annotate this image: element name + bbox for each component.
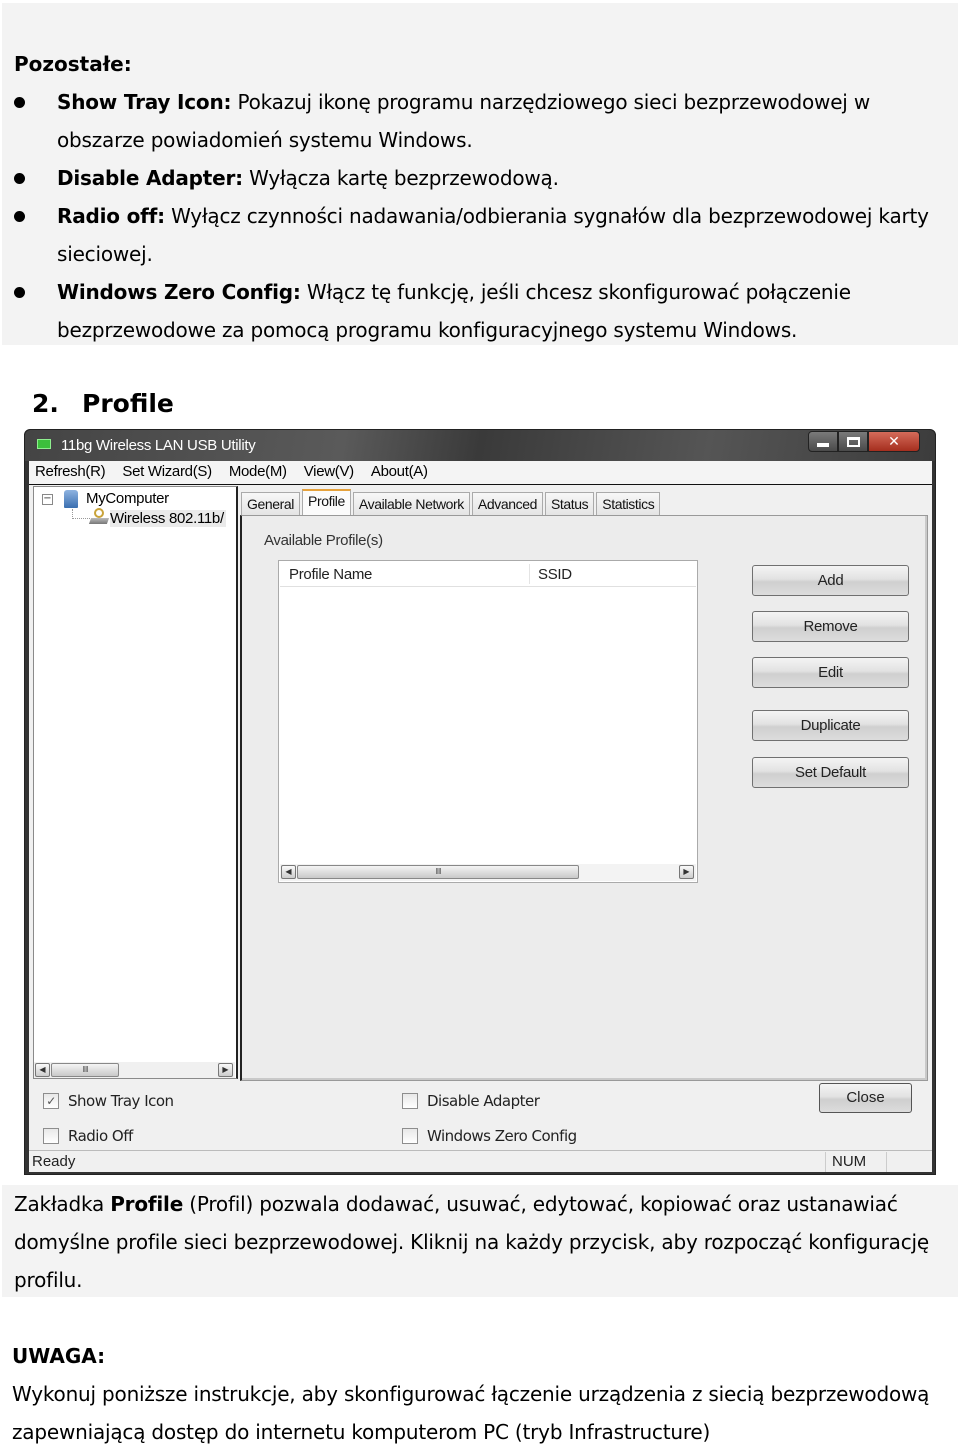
bullet-term: Disable Adapter: [57, 166, 243, 190]
window-close-button[interactable]: ✕ [868, 431, 920, 452]
collapse-icon[interactable]: − [42, 494, 53, 505]
bullet-term: Show Tray Icon: [57, 90, 232, 114]
section-label: Profile [82, 389, 174, 418]
menu-about[interactable]: About(A) [365, 461, 434, 484]
window-title: 11bg Wireless LAN USB Utility [61, 437, 256, 454]
column-profile-name[interactable]: Profile Name [289, 566, 372, 583]
status-bar: Ready NUM [29, 1150, 932, 1172]
maximize-icon [846, 436, 860, 447]
profile-list-header: Profile Name SSID [280, 562, 696, 587]
scroll-right-icon[interactable]: ▶ [679, 865, 694, 879]
tree-node-wireless-adapter[interactable]: Wireless 802.11b/ [110, 510, 226, 527]
menu-view[interactable]: View(V) [298, 461, 360, 484]
checkbox-unchecked-icon[interactable] [402, 1128, 418, 1144]
section-number: 2. [32, 389, 59, 418]
computer-icon [64, 490, 78, 508]
profile-list[interactable]: Profile Name SSID ◀ IIII ▶ [278, 560, 698, 883]
description-prefix: Zakładka [14, 1192, 111, 1216]
wireless-adapter-icon [88, 508, 110, 525]
minimize-icon [817, 442, 829, 447]
other-options-section: Pozostałe: Show Tray Icon: Pokazuj ikonę… [2, 3, 958, 345]
description-bold-term: Profile [110, 1192, 184, 1216]
tree-connector [72, 509, 90, 519]
window-client-area: Refresh(R) Set Wizard(S) Mode(M) View(V)… [29, 461, 932, 1172]
checkbox-label: Show Tray Icon [68, 1092, 174, 1110]
bullet-text: Wyłącza kartę bezprzewodową. [242, 166, 559, 190]
scroll-thumb[interactable]: IIII [51, 1063, 119, 1077]
set-default-button[interactable]: Set Default [752, 757, 909, 788]
close-icon: ✕ [888, 433, 900, 450]
checkbox-label: Windows Zero Config [427, 1127, 577, 1145]
tab-strip: General Profile Available Network Advanc… [241, 489, 662, 515]
status-text: Ready [32, 1153, 76, 1170]
bullet-text: Wyłącz czynności nadawania/odbierania sy… [57, 204, 929, 266]
radio-off-checkbox[interactable]: Radio Off [43, 1127, 133, 1145]
disable-adapter-checkbox[interactable]: Disable Adapter [402, 1092, 540, 1110]
bullet-dot-icon [14, 97, 25, 108]
bullet-windows-zero-config: Windows Zero Config: Włącz tę funkcję, j… [2, 273, 958, 349]
app-icon [37, 439, 51, 449]
profile-list-horizontal-scrollbar[interactable]: ◀ IIII ▶ [280, 864, 696, 881]
tab-advanced[interactable]: Advanced [471, 492, 543, 515]
note-text: Wykonuj poniższe instrukcje, aby skonfig… [12, 1382, 930, 1444]
remove-button[interactable]: Remove [752, 611, 909, 642]
minimize-button[interactable] [808, 431, 838, 452]
options-area: ✓ Show Tray Icon Radio Off Disable Adapt… [29, 1082, 932, 1150]
scroll-thumb[interactable]: IIII [297, 865, 579, 879]
tab-statistics[interactable]: Statistics [596, 492, 661, 515]
checkbox-label: Disable Adapter [427, 1092, 540, 1110]
tab-profile[interactable]: Profile [302, 489, 351, 515]
show-tray-icon-checkbox[interactable]: ✓ Show Tray Icon [43, 1092, 174, 1110]
scroll-right-icon[interactable]: ▶ [218, 1063, 233, 1077]
utility-window: 11bg Wireless LAN USB Utility ✕ Refresh(… [24, 429, 936, 1175]
bullet-show-tray-icon: Show Tray Icon: Pokazuj ikonę programu n… [2, 83, 958, 159]
bullet-radio-off: Radio off: Wyłącz czynności nadawania/od… [2, 197, 958, 273]
device-tree: − MyComputer Wireless 802.11b/ ◀ IIII ▶ [33, 486, 238, 1079]
scroll-left-icon[interactable]: ◀ [35, 1063, 50, 1077]
menu-refresh[interactable]: Refresh(R) [29, 461, 111, 484]
window-titlebar[interactable]: 11bg Wireless LAN USB Utility ✕ [25, 430, 935, 461]
checkbox-unchecked-icon[interactable] [43, 1128, 59, 1144]
windows-zero-config-checkbox[interactable]: Windows Zero Config [402, 1127, 577, 1145]
checkbox-label: Radio Off [68, 1127, 133, 1145]
bullet-disable-adapter: Disable Adapter: Wyłącza kartę bezprzewo… [2, 159, 958, 197]
maximize-button[interactable] [838, 431, 868, 452]
section-title: 2. Profile [32, 384, 174, 424]
scroll-left-icon[interactable]: ◀ [281, 865, 296, 879]
profile-tab-panel: Available Profile(s) Profile Name SSID ◀… [240, 515, 928, 1081]
tree-node-mycomputer[interactable]: MyComputer [86, 490, 169, 507]
note-heading: UWAGA: [12, 1344, 106, 1368]
add-button[interactable]: Add [752, 565, 909, 596]
menu-set-wizard[interactable]: Set Wizard(S) [116, 461, 217, 484]
tab-general[interactable]: General [241, 492, 301, 515]
menu-bar: Refresh(R) Set Wizard(S) Mode(M) View(V)… [29, 461, 932, 485]
column-ssid[interactable]: SSID [538, 566, 572, 583]
checkbox-unchecked-icon[interactable] [402, 1093, 418, 1109]
options-bullet-list: Show Tray Icon: Pokazuj ikonę programu n… [2, 83, 958, 349]
close-button[interactable]: Close [819, 1083, 912, 1113]
bullet-dot-icon [14, 287, 25, 298]
available-profiles-label: Available Profile(s) [264, 532, 383, 549]
other-options-heading: Pozostałe: [14, 52, 132, 76]
tree-horizontal-scrollbar[interactable]: ◀ IIII ▶ [34, 1062, 235, 1078]
edit-button[interactable]: Edit [752, 657, 909, 688]
bullet-dot-icon [14, 173, 25, 184]
bullet-dot-icon [14, 211, 25, 222]
profile-description-section: Zakładka Profile (Profil) pozwala dodawa… [2, 1185, 958, 1297]
profile-description: Zakładka Profile (Profil) pozwala dodawa… [14, 1185, 959, 1299]
num-lock-indicator: NUM [825, 1152, 887, 1172]
checkbox-checked-icon[interactable]: ✓ [43, 1093, 59, 1109]
tab-status[interactable]: Status [544, 492, 595, 515]
bullet-term: Radio off: [57, 204, 165, 228]
bullet-term: Windows Zero Config: [57, 280, 301, 304]
column-separator[interactable] [529, 564, 530, 584]
tab-available-network[interactable]: Available Network [352, 492, 470, 515]
menu-mode[interactable]: Mode(M) [223, 461, 293, 484]
duplicate-button[interactable]: Duplicate [752, 710, 909, 741]
